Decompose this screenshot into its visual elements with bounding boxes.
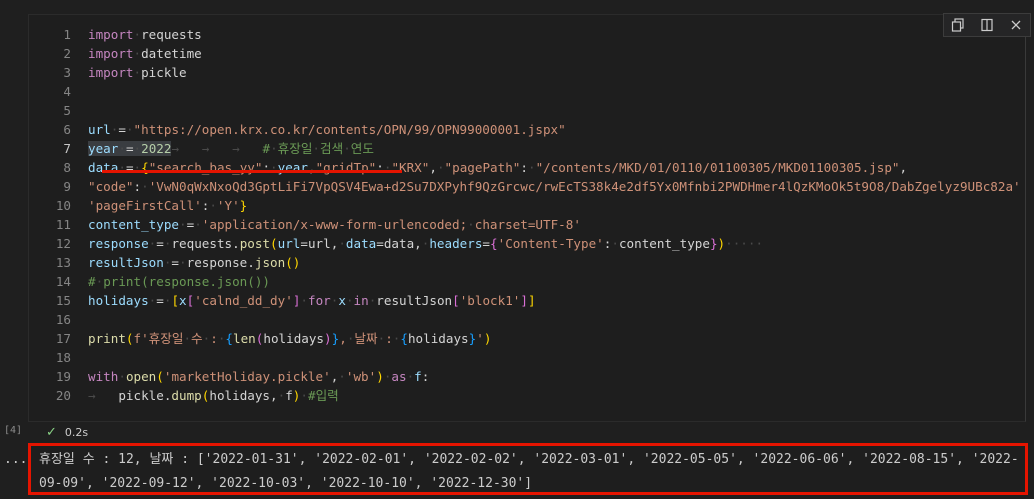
code-line[interactable]: 10 'pageFirstCall':·'Y'}: [29, 196, 1025, 215]
line-number: 1: [63, 27, 71, 42]
code-line[interactable]: 11 content_type·=·'application/x-www-form…: [29, 215, 1025, 234]
line-number: 18: [55, 350, 71, 365]
code-line[interactable]: 8 data·=·{"search_bas_yy":·year,"gridTp":…: [29, 158, 1025, 177]
cell-output: 휴장일 수 : 12, 날짜 : ['2022-01-31', '2022-02…: [28, 443, 1028, 495]
line-code: "code":·'VwN0qWxNxoQd3GptLiFi7VpQSV4Ewa+…: [88, 179, 1021, 194]
line-code: import·pickle: [88, 65, 187, 80]
line-code: → pickle.dump(holidays,·f)·#입력: [88, 388, 339, 403]
code-line[interactable]: 4: [29, 82, 1025, 101]
line-code: import·datetime: [88, 46, 202, 61]
line-number: 14: [55, 274, 71, 289]
line-code: import·requests: [88, 27, 202, 42]
line-code: url·=·"https://open.krx.co.kr/contents/O…: [88, 122, 566, 137]
code-line[interactable]: 12 response·=·requests.post(url=url,·data…: [29, 234, 1025, 253]
code-line[interactable]: 14 #·print(response.json()): [29, 272, 1025, 291]
code-line[interactable]: 16: [29, 310, 1025, 329]
split-cell-icon[interactable]: [976, 15, 998, 35]
line-number: 2: [63, 46, 71, 61]
line-code: data·=·{"search_bas_yy":·year,"gridTp":·…: [88, 160, 908, 175]
output-line-1: 휴장일 수 : 12, 날짜 : ['2022-01-31', '2022-02…: [39, 452, 1019, 467]
code-line[interactable]: 6 url·=·"https://open.krx.co.kr/contents/…: [29, 120, 1025, 139]
close-icon[interactable]: [1005, 15, 1027, 35]
copy-icon[interactable]: [947, 15, 969, 35]
line-number: 8: [63, 160, 71, 175]
line-code: year·=·2022→ → → #·휴장일·검색·연도: [88, 141, 374, 156]
code-line[interactable]: 20 → pickle.dump(holidays,·f)·#입력: [29, 386, 1025, 405]
line-code: content_type·=·'application/x-www-form-u…: [88, 217, 581, 232]
code-line[interactable]: 17 print(f'휴장일·수·:·{len(holidays)},·날짜·:·…: [29, 329, 1025, 348]
code-editor[interactable]: 1 import·requests 2 import·datetime 3 import·…: [29, 25, 1025, 405]
line-code: print(f'휴장일·수·:·{len(holidays)},·날짜·:·{h…: [88, 331, 492, 346]
line-code: with·open('marketHoliday.pickle',·'wb')·…: [88, 369, 430, 384]
line-number: 15: [55, 293, 71, 308]
line-code: 'pageFirstCall':·'Y'}: [88, 198, 248, 213]
line-number: 11: [55, 217, 71, 232]
execution-time: 0.2s: [64, 426, 89, 439]
line-number: 9: [63, 179, 71, 194]
cell-toolbar: [943, 13, 1031, 37]
execution-count: [4]: [4, 425, 23, 436]
line-number: 13: [55, 255, 71, 270]
code-line[interactable]: 2 import·datetime: [29, 44, 1025, 63]
line-number: 3: [63, 65, 71, 80]
code-line[interactable]: 18: [29, 348, 1025, 367]
line-number: 12: [55, 236, 71, 251]
code-cell[interactable]: 1 import·requests 2 import·datetime 3 import·…: [28, 13, 1031, 422]
line-number: 19: [55, 369, 71, 384]
line-number: 20: [55, 388, 71, 403]
line-number: 4: [63, 84, 71, 99]
line-code: response·=·requests.post(url=url,·data=d…: [88, 236, 764, 251]
line-number: 10: [55, 198, 71, 213]
output-line-2: 09-09', '2022-09-12', '2022-10-03', '202…: [39, 476, 533, 491]
line-number: 7: [63, 141, 71, 156]
code-line[interactable]: 5: [29, 101, 1025, 120]
execution-status: ✓ 0.2s: [46, 425, 88, 440]
code-line[interactable]: 13 resultJson·=·response.json(): [29, 253, 1025, 272]
line-code: #·print(response.json()): [88, 274, 270, 289]
code-line[interactable]: 7 year·=·2022→ → → #·휴장일·검색·연도: [29, 139, 1025, 158]
code-line[interactable]: 9 "code":·'VwN0qWxNxoQd3GptLiFi7VpQSV4Ewa…: [29, 177, 1025, 196]
code-line[interactable]: 15 holidays·=·[x['calnd_dd_dy']·for·x·in·…: [29, 291, 1025, 310]
line-code: holidays·=·[x['calnd_dd_dy']·for·x·in·re…: [88, 293, 536, 308]
line-number: 6: [63, 122, 71, 137]
output-menu-icon[interactable]: ...: [4, 452, 27, 467]
code-line[interactable]: 19 with·open('marketHoliday.pickle',·'wb'…: [29, 367, 1025, 386]
annotation-underline: [102, 170, 402, 173]
line-number: 16: [55, 312, 71, 327]
check-icon: ✓: [46, 425, 57, 440]
line-number: 5: [63, 103, 71, 118]
code-line[interactable]: 1 import·requests: [29, 25, 1025, 44]
code-line[interactable]: 3 import·pickle: [29, 63, 1025, 82]
line-code: resultJson·=·response.json(): [88, 255, 301, 270]
line-number: 17: [55, 331, 71, 346]
